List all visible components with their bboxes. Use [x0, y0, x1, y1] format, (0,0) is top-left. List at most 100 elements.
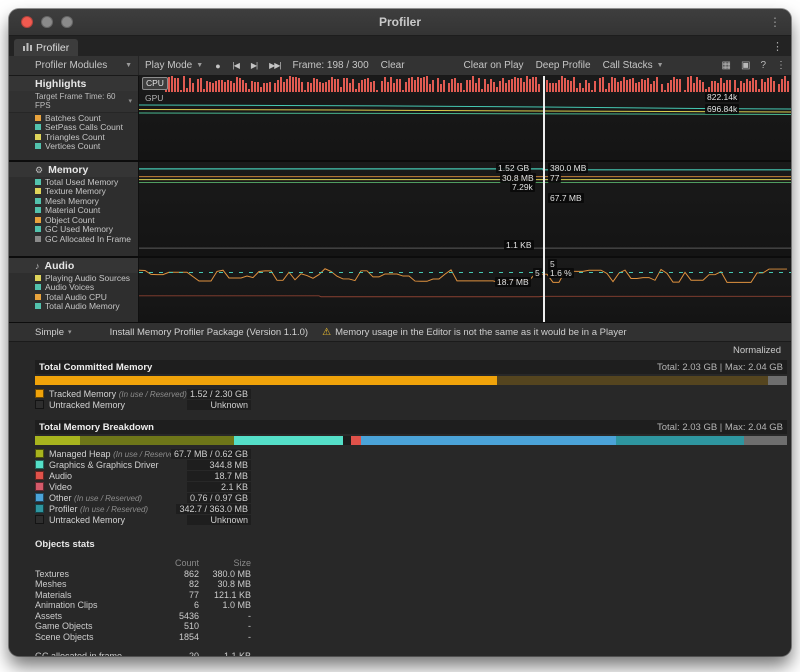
detail-view-dropdown[interactable]: Simple ▾: [35, 327, 72, 338]
legend-label: Other (In use / Reserved): [49, 493, 187, 503]
counter-label: Texture Memory: [45, 186, 106, 196]
object-size: 1.0 MB: [199, 600, 251, 610]
counter-swatch: [35, 226, 41, 232]
profiler-charts-region: Highlights Target Frame Time: 60 FPS ▾ B…: [9, 76, 791, 322]
profiler-modules-label: Profiler Modules: [35, 60, 107, 71]
cpu-toggle[interactable]: CPU: [142, 77, 168, 90]
legend-row[interactable]: Tracked Memory (In use / Reserved) 1.52 …: [35, 388, 251, 399]
deep-profile-toggle[interactable]: Deep Profile: [530, 56, 597, 75]
memory-module-icon: ⚙: [35, 165, 43, 176]
counter-item[interactable]: SetPass Calls Count: [9, 123, 138, 133]
legend-row[interactable]: Other (In use / Reserved) 0.76 / 0.97 GB: [35, 492, 251, 503]
editor-memory-warning: ⚠ Memory usage in the Editor is not the …: [322, 327, 626, 338]
counter-label: Audio Voices: [45, 282, 94, 292]
object-name: GC allocated in frame: [35, 651, 159, 656]
legend-value: Unknown: [187, 515, 251, 525]
counter-swatch: [35, 198, 41, 204]
legend-label: Untracked Memory: [49, 515, 187, 525]
call-stacks-dropdown[interactable]: Call Stacks ▼: [597, 56, 670, 75]
legend-swatch: [35, 400, 44, 409]
counter-item[interactable]: Material Count: [9, 206, 138, 216]
counter-item[interactable]: Triangles Count: [9, 132, 138, 142]
counter-label: SetPass Calls Count: [45, 122, 123, 132]
titlebar[interactable]: Profiler ⋮: [9, 9, 791, 36]
close-button[interactable]: [21, 16, 33, 28]
legend-row[interactable]: Video 2.1 KB: [35, 481, 251, 492]
module-header-audio[interactable]: ♪ Audio: [9, 258, 138, 273]
counter-swatch: [35, 143, 41, 149]
target-frame-time-dropdown[interactable]: Target Frame Time: 60 FPS ▾: [9, 91, 138, 113]
minimize-button[interactable]: [41, 16, 53, 28]
counter-item[interactable]: GC Used Memory: [9, 225, 138, 235]
current-frame-button[interactable]: ▶▶|: [263, 56, 286, 75]
module-row-memory: ⚙ Memory Total Used Memory Texture Memor…: [9, 160, 791, 256]
details-pane-icon[interactable]: ▣: [736, 60, 755, 71]
table-row: Animation Clips 6 1.0 MB: [35, 600, 251, 611]
cpu-usage-bars[interactable]: [165, 76, 790, 92]
install-package-button[interactable]: Install Memory Profiler Package (Version…: [110, 327, 309, 338]
counter-item[interactable]: Audio Voices: [9, 283, 138, 293]
module-header-highlights[interactable]: Highlights: [9, 76, 138, 91]
next-frame-button[interactable]: ▶|: [245, 56, 263, 75]
tab-menu-icon[interactable]: ⋮: [764, 40, 791, 53]
objects-stats-rows: Textures 862 380.0 MB Meshes 82 30.8 MB …: [35, 569, 787, 643]
counter-item[interactable]: Batches Count: [9, 113, 138, 123]
profiler-tab-icon: [23, 42, 32, 54]
memory-chart-lines: [139, 162, 791, 256]
object-size: -: [199, 621, 251, 631]
counter-label: Batches Count: [45, 113, 101, 123]
legend-label: Untracked Memory: [49, 400, 187, 410]
chevron-down-icon: ▾: [68, 328, 72, 336]
object-name: Meshes: [35, 579, 159, 589]
window-menu-icon[interactable]: ⋮: [769, 15, 791, 29]
clear-button[interactable]: Clear: [375, 56, 411, 75]
legend-row[interactable]: Graphics & Graphics Driver 344.8 MB: [35, 459, 251, 470]
module-header-memory[interactable]: ⚙ Memory: [9, 162, 138, 177]
counter-item[interactable]: Total Used Memory: [9, 177, 138, 187]
legend-row[interactable]: Untracked Memory Unknown: [35, 514, 251, 525]
counter-item[interactable]: Total Audio CPU: [9, 292, 138, 302]
objects-stats-section: Objects stats Count Size Textures 862 38…: [35, 539, 787, 656]
tab-profiler[interactable]: Profiler: [14, 39, 78, 56]
frame-playhead[interactable]: [543, 76, 545, 322]
legend-value: 67.7 MB / 0.62 GB: [171, 449, 251, 459]
normalized-toggle[interactable]: Normalized: [733, 345, 781, 356]
legend-swatch: [35, 389, 44, 398]
play-mode-label: Play Mode: [145, 60, 192, 71]
counter-item[interactable]: Total Audio Memory: [9, 302, 138, 312]
legend-value: 344.8 MB: [187, 460, 251, 470]
counter-item[interactable]: Mesh Memory: [9, 196, 138, 206]
table-row: Textures 862 380.0 MB: [35, 569, 251, 580]
module-row-audio: ♪ Audio Playing Audio Sources Audio Voic…: [9, 256, 791, 322]
highlights-chart[interactable]: CPU GPU 822.14k696.84k: [139, 76, 791, 160]
audio-chart[interactable]: 551.6 %18.7 MB: [139, 258, 791, 322]
counter-item[interactable]: GC Allocated In Frame: [9, 234, 138, 244]
legend-row[interactable]: Profiler (In use / Reserved) 342.7 / 363…: [35, 503, 251, 514]
legend-row[interactable]: Untracked Memory Unknown: [35, 399, 251, 410]
chart-value-chip: 7.29k: [510, 182, 535, 192]
play-mode-dropdown[interactable]: Play Mode ▼: [139, 56, 209, 75]
legend-swatch: [35, 460, 44, 469]
counter-item[interactable]: Playing Audio Sources: [9, 273, 138, 283]
normalized-row: Normalized: [35, 342, 787, 358]
gpu-toggle[interactable]: GPU: [145, 93, 163, 103]
toolbar-menu-icon[interactable]: ⋮: [771, 60, 791, 71]
memory-chart[interactable]: 1.52 GB380.0 MB30.8 MB777.29k67.7 MB1.1 …: [139, 162, 791, 256]
zoom-button[interactable]: [61, 16, 73, 28]
counter-label: Object Count: [45, 215, 95, 225]
record-button[interactable]: ●: [209, 56, 226, 75]
object-size: -: [199, 632, 251, 642]
counter-item[interactable]: Object Count: [9, 215, 138, 225]
clear-on-play-toggle[interactable]: Clear on Play: [458, 56, 530, 75]
counter-item[interactable]: Vertices Count: [9, 142, 138, 152]
legend-row[interactable]: Audio 18.7 MB: [35, 470, 251, 481]
counter-item[interactable]: Texture Memory: [9, 187, 138, 197]
window-title: Profiler: [9, 15, 791, 29]
previous-frame-button[interactable]: |◀: [227, 56, 245, 75]
help-icon[interactable]: ?: [755, 60, 771, 71]
layout-grid-icon[interactable]: ▦: [717, 60, 736, 71]
legend-row[interactable]: Managed Heap (In use / Reserved) 67.7 MB…: [35, 448, 251, 459]
table-row: Materials 77 121.1 KB: [35, 590, 251, 601]
profiler-modules-dropdown[interactable]: Profiler Modules ▼: [9, 56, 139, 75]
object-count: 510: [159, 621, 199, 631]
